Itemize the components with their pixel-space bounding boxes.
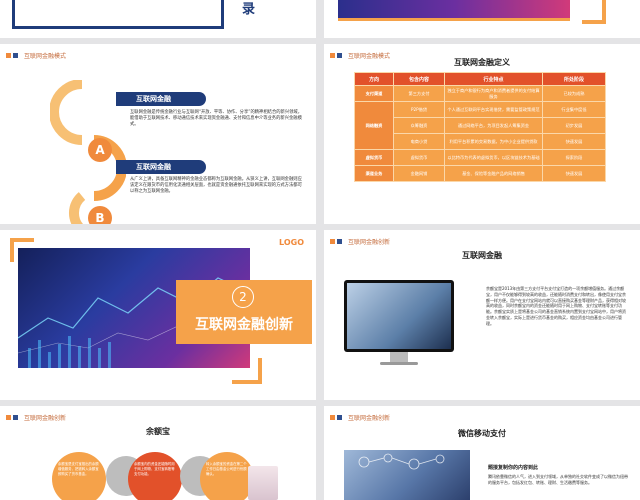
table-cell-category: 虚拟货币 [354, 149, 394, 166]
square-icon [6, 415, 11, 420]
bubble-text: 余额宝内的资金还能随时用于网上购物、支付宝转账等支付功能。 [134, 462, 175, 476]
square-icon [6, 53, 11, 58]
table-cell-category: 渠道业务 [354, 165, 394, 182]
table-cell-category: 支付渠道 [354, 85, 394, 102]
section-title: 互联网金融创新 [195, 317, 293, 333]
square-icon [330, 239, 335, 244]
section-title: 互联网金融模式 [24, 53, 67, 60]
section-title: 互联网金融创新 [24, 415, 67, 422]
header-image [338, 0, 570, 21]
slide-thumbnail-8[interactable]: 互联网金融创新 微信移动支付 题接复制你的内容到此 腾讯依靠微信的人气，进入到支… [324, 406, 640, 500]
table-header-cell: 行业特点 [444, 72, 543, 86]
letter-b-circle: B [88, 206, 112, 224]
slide-title: 余额宝 [146, 427, 170, 436]
square-icon [13, 53, 18, 58]
table-cell-feature: 利用平台积累的交易数据，为中小企业提供贷款 [444, 133, 543, 150]
table-cell-content: P2P借贷 [393, 101, 445, 118]
item-a-text: 互联网金融是传统金融行业与互联网“开放、平等、协作、分享”的精神相结合的新兴领域… [130, 110, 303, 127]
square-icon [330, 415, 335, 420]
table-header-cell: 包含内容 [393, 72, 445, 86]
slide-thumbnail-5[interactable]: LOGO 2 互联网金融创新 [0, 230, 316, 400]
slide-thumbnail-7[interactable]: 互联网金融创新 余额宝 余额宝是支付宝推出的余额增值服务，把钱转入余额宝即购买了… [0, 406, 316, 500]
body-text: 腾讯依靠微信的人气，进入到支付领域，从单独的社交软件变成了以微信为纽带的服务平台… [488, 474, 628, 485]
section-title: 互联网金融创新 [348, 239, 391, 246]
table-header-cell: 方向 [354, 72, 394, 86]
table-cell-stage: 初步发展 [542, 117, 606, 134]
table-row: 渠道业务 金融网销 基金、保险等金融产品的网络销售 快速发展 [354, 165, 606, 182]
monitor-base [380, 362, 418, 365]
slide-thumbnail-1[interactable]: 录 [0, 0, 316, 38]
table-header-cell: 所处阶段 [542, 72, 606, 86]
table-row: 支付渠道 第三方支付 独立于商户和银行为商户和消费者提供的支付结算服务 已较为成… [354, 85, 606, 102]
slide-thumbnail-2[interactable] [324, 0, 640, 38]
table-row: 虚拟货币 虚拟货币 以比特币为代表的虚拟货币，以区块链技术为基础 探索阶段 [354, 149, 606, 166]
table-cell-stage: 行业集中度低 [542, 101, 606, 118]
content-subtitle: 题接复制你的内容到此 [488, 465, 539, 471]
section-header: 互联网金融创新 [330, 237, 390, 246]
table-cell-stage: 探索阶段 [542, 149, 606, 166]
square-icon [13, 415, 18, 420]
table-cell-stage: 快速发展 [542, 165, 606, 182]
table-cell-feature: 通过网络平台，为项目发起人筹集资金 [444, 117, 543, 134]
section-title: 互联网金融创新 [348, 415, 391, 422]
section-header: 互联网金融创新 [6, 413, 66, 422]
slide-title: 互联网金融 [462, 251, 502, 260]
table-cell-feature: 独立于商户和银行为商户和消费者提供的支付结算服务 [444, 85, 543, 102]
table-cell-stage: 快速发展 [542, 133, 606, 150]
payment-photo [344, 450, 470, 500]
monitor-image [344, 280, 454, 352]
table-cell-category: 网络融资 [354, 101, 394, 150]
slide-thumbnail-6[interactable]: 互联网金融创新 互联网金融 余额宝是2013年由第三方支付平台支付宝打造的一项余… [324, 230, 640, 400]
table-header-row: 方向 包含内容 行业特点 所处阶段 [354, 72, 606, 86]
square-icon [337, 239, 342, 244]
corner-bracket [582, 0, 606, 24]
table-cell-content: 电商小贷 [393, 133, 445, 150]
item-b-text: 从广义上讲，具备互联网精神的金融业态都称为互联网金融。从狭义上讲，互联网金融则应… [130, 177, 302, 194]
table-cell-content: 第三方支付 [393, 85, 445, 102]
monitor-stand [390, 352, 408, 362]
slide-thumbnail-4[interactable]: 互联网金融模式 互联网金融定义 方向 包含内容 行业特点 所处阶段 支付渠道 第… [324, 44, 640, 224]
table-cell-content: 虚拟货币 [393, 149, 445, 166]
section-header: 互联网金融创新 [330, 413, 390, 422]
slide-thumbnail-3[interactable]: 互联网金融模式 A B 互联网金融 互联网金融是传统金融行业与互联网“开放、平等… [0, 44, 316, 224]
letter-a-circle: A [88, 138, 112, 162]
table-cell-stage: 已较为成熟 [542, 85, 606, 102]
network-icons-decoration [358, 453, 445, 470]
table-cell-feature: 基金、保险等金融产品的网络销售 [444, 165, 543, 182]
monitor-screen [347, 283, 451, 349]
definition-table: 方向 包含内容 行业特点 所处阶段 支付渠道 第三方支付 独立于商户和银行为商户… [354, 72, 606, 182]
body-text: 余额宝是2013年由第三方支付平台支付宝打造的一项余额增值服务。通过余额宝，用户… [486, 286, 626, 326]
section-header: 互联网金融模式 [6, 51, 66, 60]
corner-bracket-bottom-right [232, 358, 262, 384]
item-a-title: 互联网金融 [116, 92, 206, 106]
bubble-text: 余额宝是支付宝推出的余额增值服务，把钱转入余额宝即购买了货币基金。 [58, 462, 99, 476]
bubble-text: 转入余额宝的资金在第二个工作日由基金公司进行份额确认。 [206, 462, 247, 476]
frame-decoration [12, 0, 224, 29]
table-cell-feature: 个人通过互联网平台实现借贷，需要监管政策规范 [444, 101, 543, 118]
person-photo [248, 466, 278, 500]
logo: LOGO [279, 238, 304, 247]
slide-char: 录 [242, 2, 256, 17]
slide-title: 微信移动支付 [458, 429, 506, 438]
table-cell-feature: 以比特币为代表的虚拟货币，以区块链技术为基础 [444, 149, 543, 166]
slide-title: 互联网金融定义 [454, 58, 510, 67]
table-row: 网络融资 P2P借贷 个人通过互联网平台实现借贷，需要监管政策规范 行业集中度低 [354, 101, 606, 150]
table-cell-content: 金融网销 [393, 165, 445, 182]
square-icon [337, 415, 342, 420]
item-b-title: 互联网金融 [116, 160, 206, 174]
table-cell-content: 众筹融资 [393, 117, 445, 134]
section-number-circle: 2 [232, 286, 254, 308]
